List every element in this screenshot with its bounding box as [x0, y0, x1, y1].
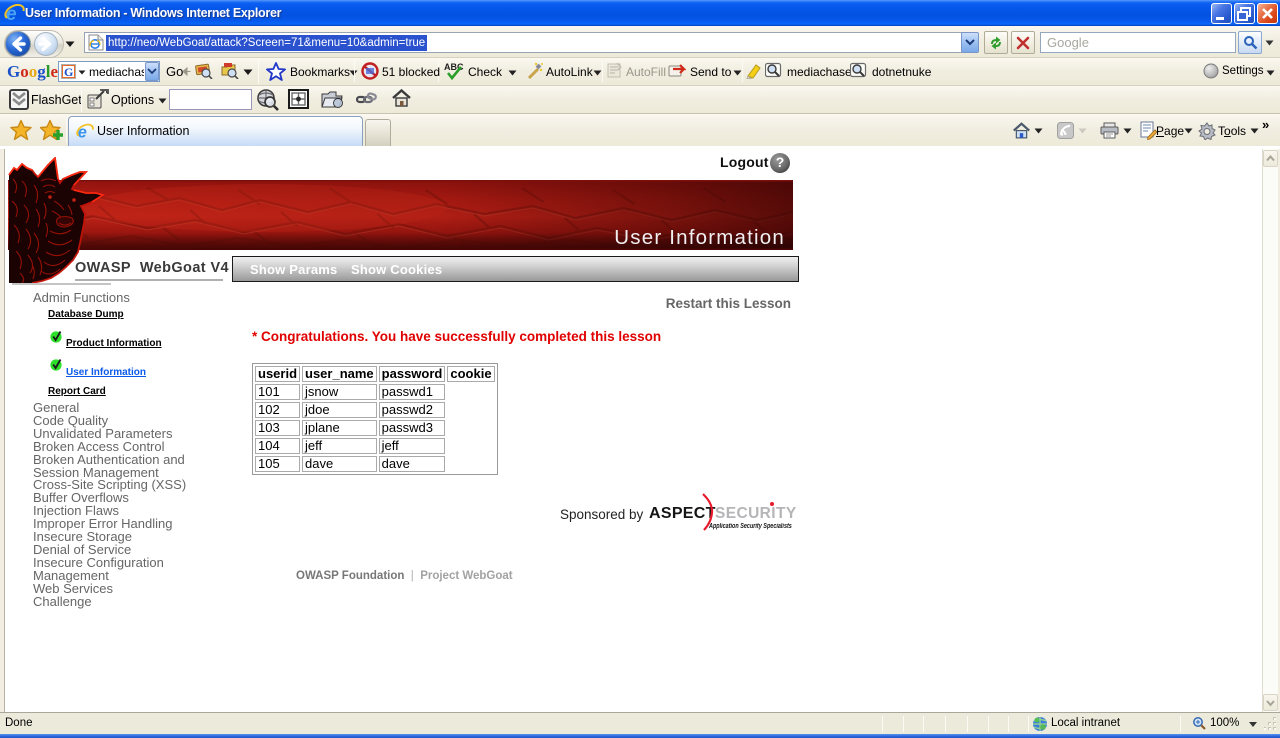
svg-text:G: G [64, 65, 73, 79]
